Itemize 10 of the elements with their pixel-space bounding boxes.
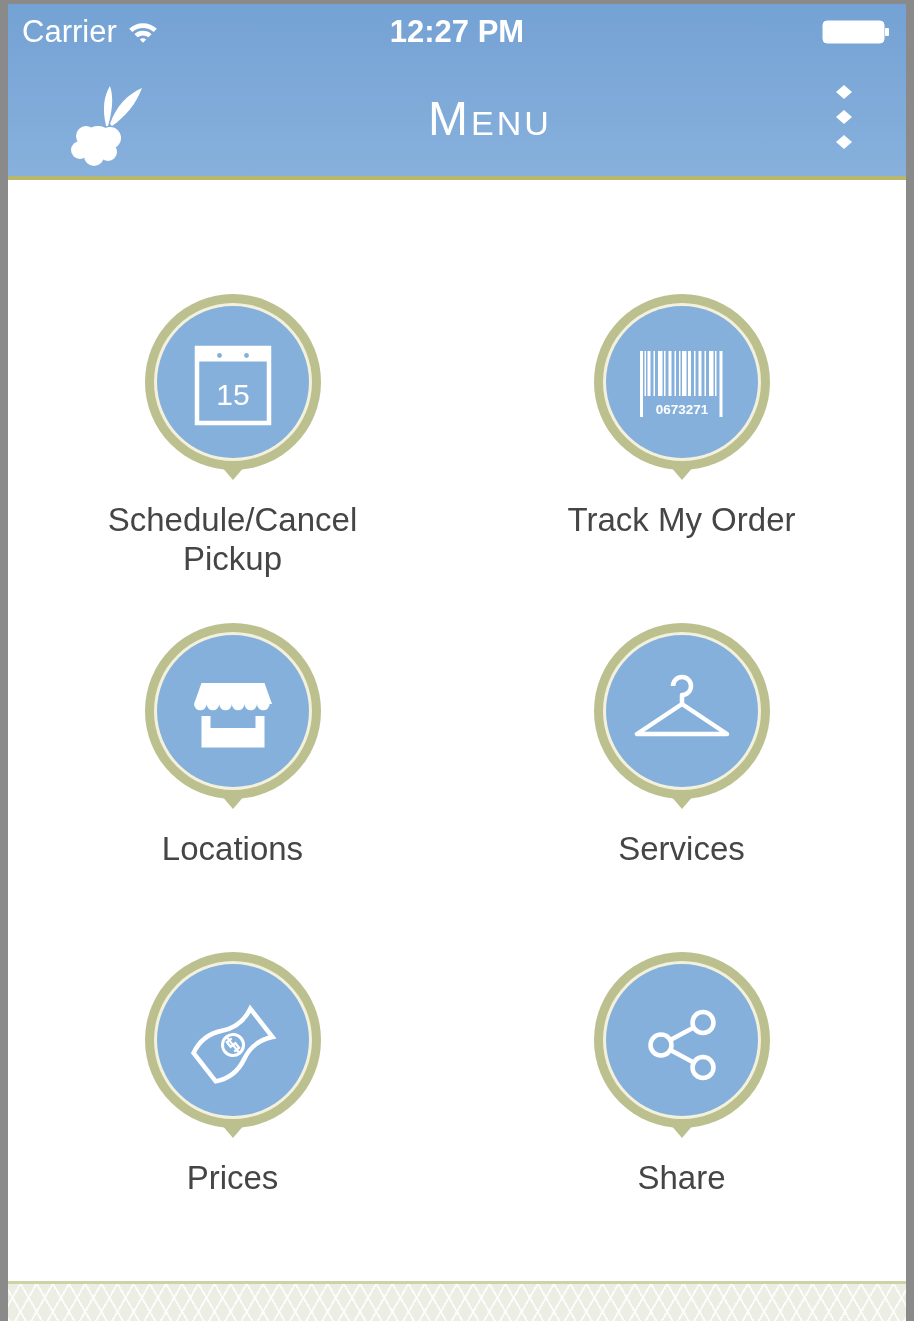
menu-tile-button[interactable]: 15 Schedule/Cancel Pickup (82, 294, 383, 578)
clock-time: 12:27 PM (389, 14, 525, 50)
carrier-label: Carrier (22, 14, 117, 50)
menu-tile-button[interactable]: Prices (82, 952, 383, 1197)
menu-tile-button[interactable]: 0673271 Track My Order (531, 294, 832, 539)
menu-tile-button[interactable]: Share (531, 952, 832, 1197)
screen-title: Menu (428, 90, 552, 146)
battery-icon (822, 20, 890, 44)
menu-tile-button[interactable]: Locations (82, 623, 383, 868)
menu-tile-button[interactable]: Services (531, 623, 832, 868)
